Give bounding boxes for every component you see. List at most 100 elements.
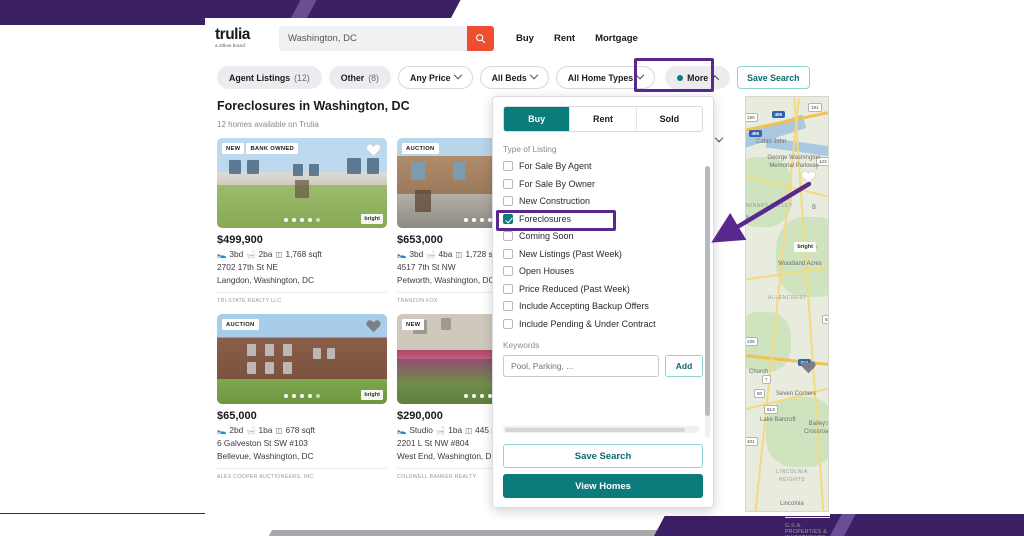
- checkbox-coming-soon[interactable]: Coming Soon: [503, 231, 703, 241]
- checkbox-icon: [503, 248, 513, 259]
- checkbox-icon: [503, 266, 513, 276]
- checkbox-label: New Listings (Past Week): [519, 248, 622, 259]
- map-shield-icon: 613: [764, 405, 778, 414]
- nav-link-buy[interactable]: Buy: [516, 33, 534, 44]
- filter-agent-listings[interactable]: Agent Listings (12): [217, 66, 322, 89]
- add-keyword-button[interactable]: Add: [665, 354, 703, 377]
- filter-more[interactable]: More: [665, 66, 731, 89]
- trulia-page: trulia a Zillow brand Buy Rent Mortgage: [205, 18, 830, 536]
- view-homes-button[interactable]: View Homes: [503, 474, 703, 498]
- filter-home-types[interactable]: All Home Types: [555, 66, 656, 89]
- checkbox-icon: [503, 178, 513, 189]
- carousel-dots[interactable]: [284, 394, 320, 398]
- favorite-heart-icon[interactable]: [801, 360, 816, 379]
- listing-price: $65,000: [217, 410, 257, 422]
- decorative-banner-bottom-gray: [256, 530, 792, 536]
- listing-card[interactable]: NEW BANK OWNED bright $499,900 🛌 3bd 🛁 2…: [217, 138, 387, 304]
- tab-buy[interactable]: Buy: [504, 107, 570, 131]
- checkbox-for-sale-by-owner[interactable]: For Sale By Owner: [503, 178, 703, 189]
- listing-beds: 3bd: [409, 249, 424, 259]
- filter-beds[interactable]: All Beds: [479, 66, 549, 89]
- checkbox-pending-under-contract[interactable]: Include Pending & Under Contract: [503, 318, 703, 329]
- panel-body: Type of Listing For Sale By Agent For Sa…: [493, 132, 713, 437]
- screenshot-stage: trulia a Zillow brand Buy Rent Mortgage: [0, 0, 1024, 536]
- listing-specs: 🛌 2bd 🛁 1ba ◫ 678 sqft: [217, 425, 387, 435]
- listing-broker: G.S.A. PROPERTIES & INVESTMENTS LLC: [785, 517, 830, 536]
- decorative-banner-bottom: [642, 514, 1024, 536]
- mls-logo: bright: [794, 242, 816, 252]
- badge-new: NEW: [402, 319, 425, 330]
- listing-card[interactable]: AUCTION bright $65,000 🛌 2bd 🛁 1ba ◫ 678…: [217, 314, 387, 480]
- bed-icon: 🛌: [217, 425, 227, 435]
- listing-beds: 3bd: [229, 249, 244, 259]
- map-panel[interactable]: 495 495 395 191 190 123 236 7 50 613 401…: [745, 96, 829, 512]
- map-label: Cabin John: [756, 139, 787, 145]
- panel-horizontal-scrollbar[interactable]: [503, 426, 699, 433]
- filter-price[interactable]: Any Price: [397, 66, 473, 89]
- map-label: Bailey's Crossroads: [804, 421, 829, 435]
- carousel-dots[interactable]: [284, 218, 320, 222]
- map-label: Lincolnia: [780, 501, 804, 507]
- tab-rent[interactable]: Rent: [569, 107, 636, 131]
- map-label: Church: [749, 369, 769, 375]
- listing-sqft: 1,768 sqft: [285, 249, 322, 259]
- filter-agent-listings-count: (12): [294, 72, 310, 83]
- mls-logo: bright: [361, 214, 383, 224]
- checkbox-label: Price Reduced (Past Week): [519, 283, 630, 294]
- listing-sqft: 678 sqft: [285, 425, 315, 435]
- tab-sold[interactable]: Sold: [635, 107, 702, 131]
- checkbox-label: For Sale By Owner: [519, 178, 596, 189]
- favorite-heart-icon[interactable]: [801, 170, 816, 189]
- keywords-input[interactable]: [503, 354, 659, 377]
- filter-beds-label: All Beds: [491, 72, 527, 83]
- chevron-down-icon: [635, 70, 645, 79]
- chevron-down-icon: [453, 70, 462, 79]
- listing-badges: AUCTION: [222, 319, 259, 330]
- listing-beds: 2bd: [229, 425, 244, 435]
- favorite-heart-icon[interactable]: [366, 319, 381, 338]
- checkbox-icon: [503, 231, 513, 241]
- listing-baths: 2ba: [258, 249, 273, 259]
- panel-vertical-scrollbar[interactable]: [705, 166, 710, 437]
- listing-broker: TRI-STATE REALTY LLC: [217, 292, 387, 304]
- checkbox-foreclosures[interactable]: Foreclosures: [503, 213, 703, 224]
- badge-auction: AUCTION: [402, 143, 439, 154]
- search-input[interactable]: [279, 32, 454, 44]
- checkbox-icon: [503, 161, 513, 171]
- listing-badges: AUCTION: [402, 143, 439, 154]
- nav-link-rent[interactable]: Rent: [554, 33, 575, 44]
- map-shield-icon: 236: [746, 337, 758, 346]
- checkbox-icon: [503, 196, 513, 206]
- listing-photo[interactable]: AUCTION bright: [217, 314, 387, 404]
- listing-baths: 4ba: [438, 249, 453, 259]
- checkbox-accepting-backup-offers[interactable]: Include Accepting Backup Offers: [503, 301, 703, 311]
- save-search-button[interactable]: Save Search: [737, 66, 810, 89]
- listing-locality: Langdon, Washington, DC: [217, 275, 315, 285]
- checkbox-new-construction[interactable]: New Construction: [503, 196, 703, 206]
- chevron-down-icon: [529, 70, 539, 79]
- map-label: Seven Corners: [776, 391, 817, 397]
- checkbox-open-houses[interactable]: Open Houses: [503, 266, 703, 276]
- search-box[interactable]: [279, 25, 494, 51]
- map-label: ALLENCREST: [768, 295, 807, 301]
- panel-save-search-button[interactable]: Save Search: [503, 444, 703, 468]
- checkbox-price-reduced[interactable]: Price Reduced (Past Week): [503, 283, 703, 294]
- map-shield-icon: 191: [808, 103, 822, 112]
- favorite-heart-icon[interactable]: [366, 143, 381, 162]
- search-button[interactable]: [467, 25, 494, 51]
- trulia-logo[interactable]: trulia a Zillow brand: [215, 27, 269, 48]
- map-shield-icon: 495: [749, 130, 762, 137]
- filter-other[interactable]: Other (8): [328, 66, 391, 89]
- bed-icon: 🛌: [397, 425, 407, 435]
- checkbox-label: Open Houses: [519, 266, 575, 276]
- nav-link-mortgage[interactable]: Mortgage: [595, 33, 638, 44]
- search-icon: [476, 33, 486, 43]
- filter-other-label: Other: [340, 72, 365, 83]
- keywords-label: Keywords: [503, 339, 540, 350]
- listing-mode-tabs: Buy Rent Sold: [503, 106, 703, 132]
- map-label: SEMINARY VALLEY: [745, 203, 793, 209]
- checkbox-new-listings[interactable]: New Listings (Past Week): [503, 248, 703, 259]
- listing-photo[interactable]: NEW BANK OWNED bright: [217, 138, 387, 228]
- listing-baths: 1ba: [258, 425, 273, 435]
- checkbox-for-sale-by-agent[interactable]: For Sale By Agent: [503, 161, 703, 171]
